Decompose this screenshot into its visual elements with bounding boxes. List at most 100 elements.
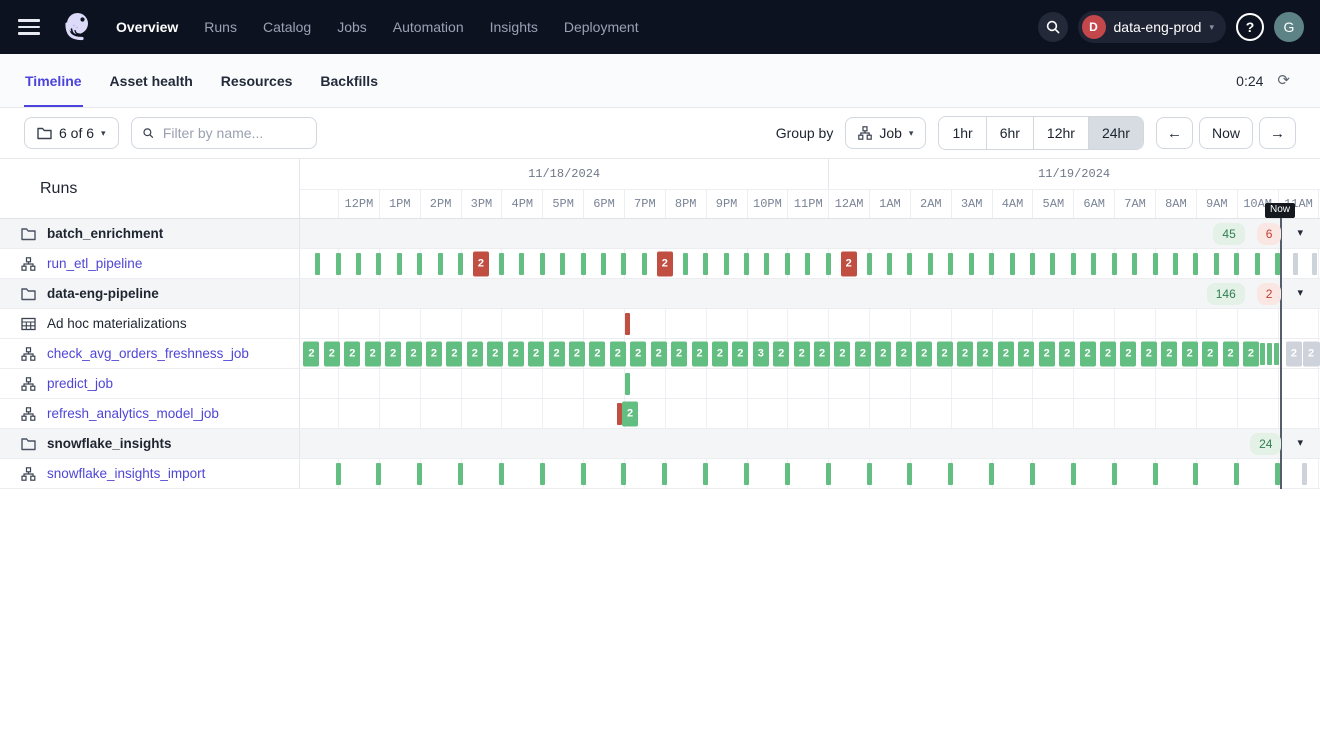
run-tick-success[interactable] bbox=[1071, 463, 1076, 485]
run-tick-success[interactable] bbox=[683, 253, 688, 275]
filter-by-name-input[interactable] bbox=[161, 124, 306, 142]
run-block-success[interactable]: 2 bbox=[855, 341, 871, 366]
run-block-success[interactable]: 2 bbox=[324, 341, 340, 366]
run-block-future[interactable]: 2 bbox=[1286, 341, 1302, 366]
run-block-success[interactable]: 2 bbox=[1141, 341, 1157, 366]
run-block-success[interactable]: 2 bbox=[692, 341, 708, 366]
run-block-success[interactable]: 2 bbox=[712, 341, 728, 366]
nav-item-jobs[interactable]: Jobs bbox=[337, 19, 367, 35]
job-name[interactable]: run_etl_pipeline bbox=[47, 256, 142, 271]
run-tick-success[interactable] bbox=[1153, 253, 1158, 275]
range-1hr[interactable]: 1hr bbox=[939, 117, 985, 149]
run-tick-success[interactable] bbox=[438, 253, 443, 275]
run-tick-success[interactable] bbox=[1010, 253, 1015, 275]
run-tick-success[interactable] bbox=[969, 253, 974, 275]
run-tick-success[interactable] bbox=[1214, 253, 1219, 275]
run-block-success[interactable]: 2 bbox=[1120, 341, 1136, 366]
help-icon[interactable]: ? bbox=[1236, 13, 1264, 41]
run-tick-success[interactable] bbox=[1112, 463, 1117, 485]
run-block-failure[interactable]: 2 bbox=[657, 251, 673, 276]
timeline-next-button[interactable]: → bbox=[1259, 117, 1296, 149]
run-block-success[interactable]: 2 bbox=[957, 341, 973, 366]
run-block-success[interactable]: 2 bbox=[446, 341, 462, 366]
run-block-success[interactable]: 2 bbox=[773, 341, 789, 366]
run-tick-success[interactable] bbox=[540, 463, 545, 485]
nav-item-overview[interactable]: Overview bbox=[116, 19, 178, 35]
run-tick-success[interactable] bbox=[662, 463, 667, 485]
run-tick-success[interactable] bbox=[948, 253, 953, 275]
run-tick-success[interactable] bbox=[1193, 463, 1198, 485]
run-tick-success[interactable] bbox=[499, 463, 504, 485]
run-block-success[interactable]: 2 bbox=[467, 341, 483, 366]
run-tick-success[interactable] bbox=[1234, 253, 1239, 275]
repo-filter-button[interactable]: 6 of 6 ▾ bbox=[24, 117, 119, 149]
timeline-now-button[interactable]: Now bbox=[1199, 117, 1253, 149]
run-tick-success[interactable] bbox=[744, 253, 749, 275]
run-tick-success[interactable] bbox=[336, 253, 341, 275]
run-block-success[interactable]: 2 bbox=[630, 341, 646, 366]
range-24hr[interactable]: 24hr bbox=[1088, 117, 1143, 149]
run-block-success[interactable]: 2 bbox=[549, 341, 565, 366]
run-block-failure[interactable]: 2 bbox=[841, 251, 857, 276]
run-block-success[interactable]: 2 bbox=[303, 341, 319, 366]
run-block-success[interactable]: 2 bbox=[896, 341, 912, 366]
run-tick-success[interactable] bbox=[805, 253, 810, 275]
run-block-success[interactable]: 2 bbox=[385, 341, 401, 366]
avatar[interactable]: G bbox=[1274, 12, 1304, 42]
run-tick-success[interactable] bbox=[1234, 463, 1239, 485]
run-tick-success[interactable] bbox=[621, 463, 626, 485]
run-tick-success[interactable] bbox=[540, 253, 545, 275]
run-tick-success[interactable] bbox=[581, 253, 586, 275]
run-tick-success[interactable] bbox=[724, 253, 729, 275]
run-tick-success[interactable] bbox=[989, 463, 994, 485]
run-block-success[interactable]: 2 bbox=[875, 341, 891, 366]
run-tick-success[interactable] bbox=[417, 253, 422, 275]
run-block-success[interactable]: 2 bbox=[487, 341, 503, 366]
run-block-success[interactable]: 2 bbox=[1223, 341, 1239, 366]
run-tick-success[interactable] bbox=[785, 253, 790, 275]
nav-item-deployment[interactable]: Deployment bbox=[564, 19, 639, 35]
run-tick-success[interactable] bbox=[458, 463, 463, 485]
run-tick-success[interactable] bbox=[703, 463, 708, 485]
run-tick-success[interactable] bbox=[887, 253, 892, 275]
run-tick-success[interactable] bbox=[989, 253, 994, 275]
nav-item-automation[interactable]: Automation bbox=[393, 19, 464, 35]
run-tick-success[interactable] bbox=[601, 253, 606, 275]
workspace-switcher[interactable]: D data-eng-prod ▾ bbox=[1078, 11, 1226, 43]
run-block-success[interactable]: 2 bbox=[998, 341, 1014, 366]
run-block-success[interactable]: 2 bbox=[1039, 341, 1055, 366]
run-block-success[interactable]: 2 bbox=[732, 341, 748, 366]
run-tick-success[interactable] bbox=[1153, 463, 1158, 485]
run-block-success[interactable]: 2 bbox=[406, 341, 422, 366]
run-block-success[interactable]: 2 bbox=[651, 341, 667, 366]
run-block-success[interactable]: 3 bbox=[753, 341, 769, 366]
run-block-success[interactable]: 2 bbox=[1243, 341, 1259, 366]
run-block-success[interactable]: 2 bbox=[794, 341, 810, 366]
run-block-success[interactable]: 2 bbox=[1100, 341, 1116, 366]
tab-backfills[interactable]: Backfills bbox=[319, 54, 379, 107]
nav-item-insights[interactable]: Insights bbox=[490, 19, 538, 35]
run-tick-success[interactable] bbox=[1112, 253, 1117, 275]
run-tick-success[interactable] bbox=[1071, 253, 1076, 275]
search-icon[interactable] bbox=[1038, 12, 1068, 42]
run-tick-success[interactable] bbox=[764, 253, 769, 275]
run-block-success[interactable]: 2 bbox=[1182, 341, 1198, 366]
nav-item-catalog[interactable]: Catalog bbox=[263, 19, 311, 35]
run-tick-success[interactable] bbox=[625, 373, 630, 395]
run-tick-success[interactable] bbox=[621, 253, 626, 275]
run-tick-success[interactable] bbox=[948, 463, 953, 485]
run-tick-success[interactable] bbox=[376, 463, 381, 485]
run-tick-success[interactable] bbox=[1030, 253, 1035, 275]
run-tick-success[interactable] bbox=[560, 253, 565, 275]
run-tick-future[interactable] bbox=[1293, 253, 1298, 275]
run-tick-success[interactable] bbox=[642, 253, 647, 275]
range-12hr[interactable]: 12hr bbox=[1033, 117, 1088, 149]
job-name[interactable]: check_avg_orders_freshness_job bbox=[47, 346, 249, 361]
run-tick-success[interactable] bbox=[519, 253, 524, 275]
run-tick-success[interactable] bbox=[1132, 253, 1137, 275]
job-name[interactable]: refresh_analytics_model_job bbox=[47, 406, 219, 421]
run-tick-success[interactable] bbox=[1267, 343, 1272, 365]
run-tick-future[interactable] bbox=[1302, 463, 1307, 485]
run-tick-success[interactable] bbox=[315, 253, 320, 275]
run-tick-success[interactable] bbox=[867, 253, 872, 275]
